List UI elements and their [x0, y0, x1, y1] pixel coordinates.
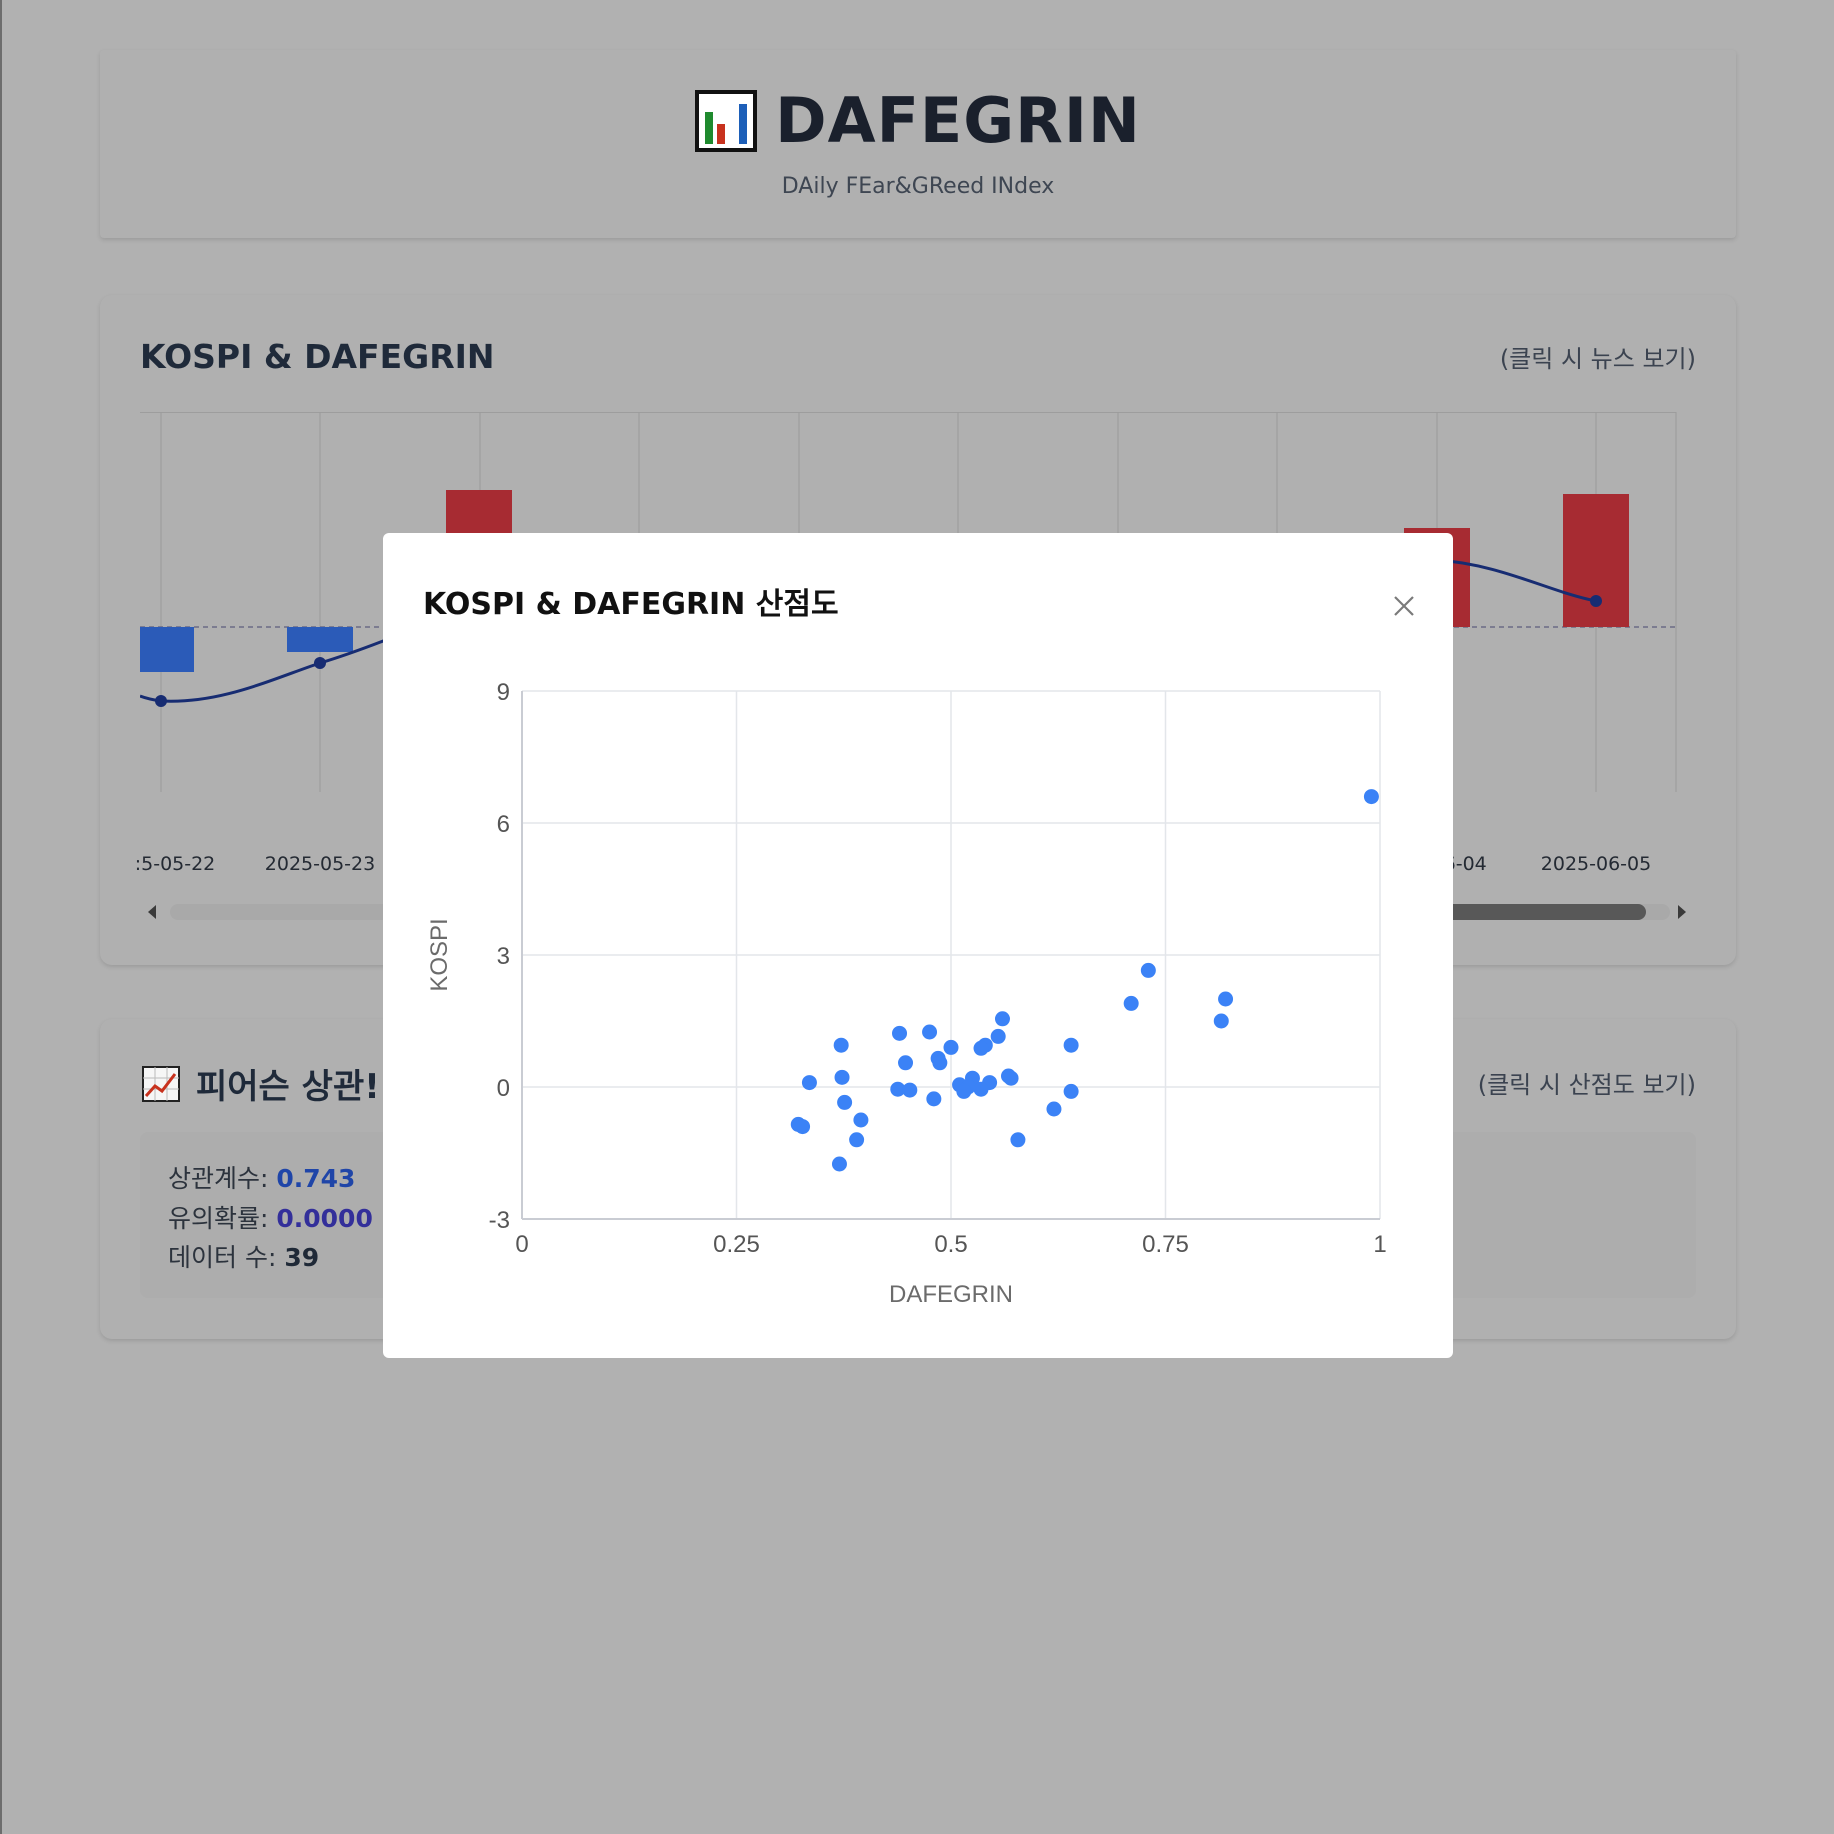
y-tick-label: 0 [497, 1075, 510, 1102]
bar-chart-icon [695, 90, 758, 152]
y-tick-label: -3 [489, 1207, 510, 1234]
kospi-chart-title: KOSPI & DAFEGRIN [140, 337, 495, 376]
scatter-point[interactable] [1010, 1132, 1026, 1148]
scatter-point[interactable] [902, 1082, 918, 1098]
scatter-point[interactable] [853, 1112, 869, 1128]
scatter-point[interactable] [833, 1037, 849, 1053]
count-value: 39 [284, 1243, 320, 1272]
scatter-point[interactable] [943, 1039, 959, 1055]
count-line: 데이터 수: 39 [168, 1238, 319, 1274]
scatter-point[interactable] [922, 1024, 938, 1040]
header-card: DAFEGRIN DAily FEar&GReed INdex [100, 50, 1736, 238]
scatter-point[interactable] [932, 1055, 948, 1071]
scatter-point[interactable] [1123, 995, 1139, 1011]
x-tick-label: 0.75 [1142, 1231, 1189, 1258]
scatter-point[interactable] [1363, 789, 1379, 805]
y-tick-label: 6 [497, 811, 510, 838]
x-tick-label: 1 [1373, 1231, 1386, 1258]
brand: DAFEGRIN DAily FEar&GReed INdex [100, 90, 1736, 199]
scatter-point[interactable] [973, 1081, 989, 1097]
scroll-right-arrow-icon[interactable] [1678, 905, 1686, 919]
dafegrin-point[interactable] [1590, 595, 1602, 607]
correlation-title-text: 피어슨 상관! [196, 1067, 380, 1107]
dafegrin-point[interactable] [314, 657, 326, 669]
pvalue-line: 유의확률: 0.0000 [168, 1199, 373, 1235]
scatter-modal: KOSPI & DAFEGRIN 산점도 0 0.25 0.5 0.75 1 -3 0 3 6 9… [383, 533, 1453, 1358]
count-label: 데이터 수: [168, 1243, 285, 1272]
scatter-point[interactable] [1213, 1013, 1229, 1029]
date-label: 2025-06-05 [1540, 853, 1652, 875]
kospi-bar[interactable] [1563, 494, 1629, 627]
coef-label: 상관계수: [168, 1164, 277, 1193]
scatter-point[interactable] [849, 1132, 865, 1148]
scatter-point[interactable] [898, 1055, 914, 1071]
correlation-title: 피어슨 상관! [142, 1059, 380, 1108]
x-axis-title: DAFEGRIN [889, 1281, 1013, 1308]
kospi-bar[interactable] [287, 627, 353, 652]
date-label: 2025-05-23 [264, 853, 376, 875]
scatter-point[interactable] [994, 1011, 1010, 1027]
scatter-plot: 0 0.25 0.5 0.75 1-30369 DAFEGRIN KOSPI [426, 679, 1387, 1308]
page-edge [0, 0, 2, 1834]
news-hint[interactable]: (클릭 시 뉴스 보기) [1500, 339, 1696, 374]
scatter-point[interactable] [1063, 1037, 1079, 1053]
app-title: DAFEGRIN [775, 84, 1141, 157]
scatter-point[interactable] [1003, 1070, 1019, 1086]
scatter-point[interactable] [956, 1083, 972, 1099]
date-label: :5-05-22 [134, 853, 216, 875]
coef-line: 상관계수: 0.743 [168, 1159, 355, 1195]
coef-value: 0.743 [276, 1164, 356, 1193]
y-tick-label: 3 [497, 943, 510, 970]
scatter-point[interactable] [973, 1040, 989, 1056]
scatter-hint[interactable]: (클릭 시 산점도 보기) [1478, 1065, 1696, 1100]
kospi-bar[interactable] [140, 627, 194, 672]
scatter-point[interactable] [834, 1069, 850, 1085]
dafegrin-point[interactable] [155, 695, 167, 707]
scatter-point[interactable] [1140, 962, 1156, 978]
pvalue-label: 유의확률: [168, 1204, 277, 1233]
scatter-point[interactable] [892, 1025, 908, 1041]
pvalue-value: 0.0000 [276, 1204, 373, 1233]
scatter-point[interactable] [795, 1119, 811, 1135]
scatter-point[interactable] [926, 1091, 942, 1107]
scatter-point[interactable] [990, 1028, 1006, 1044]
y-axis-title: KOSPI [426, 918, 453, 991]
chart-increasing-icon [142, 1065, 180, 1102]
scroll-left-arrow-icon[interactable] [148, 905, 156, 919]
x-tick-label: 0 [515, 1231, 528, 1258]
scatter-point[interactable] [831, 1156, 847, 1172]
scatter-point[interactable] [801, 1075, 817, 1091]
scatter-point[interactable] [1218, 991, 1234, 1007]
y-tick-label: 9 [497, 679, 510, 706]
scatter-point[interactable] [837, 1094, 853, 1110]
x-tick-label: 0.25 [713, 1231, 760, 1258]
scatter-point[interactable] [1046, 1101, 1062, 1117]
app-subtitle: DAily FEar&GReed INdex [781, 174, 1055, 199]
x-tick-label: 0.5 [934, 1231, 967, 1258]
scatter-point[interactable] [1063, 1083, 1079, 1099]
